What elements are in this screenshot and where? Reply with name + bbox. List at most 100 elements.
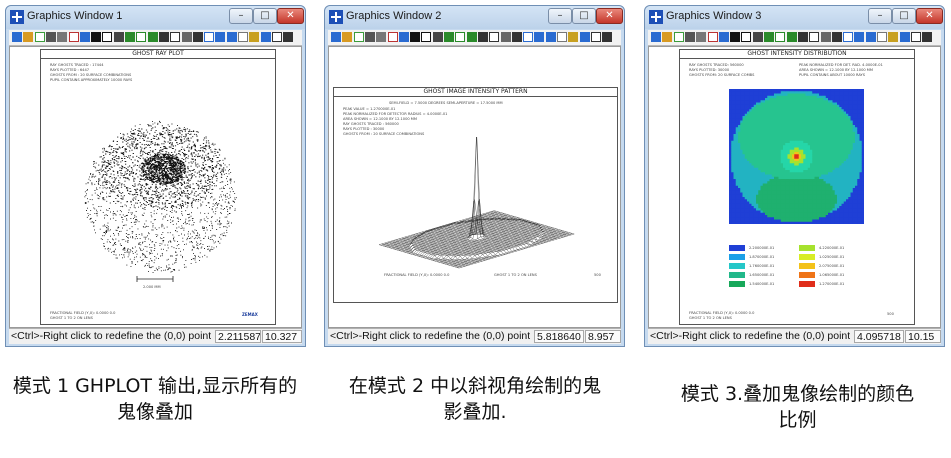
text-icon[interactable]: [797, 32, 808, 42]
export-icon[interactable]: [899, 32, 910, 42]
gray-icon[interactable]: [455, 32, 466, 42]
print-icon[interactable]: [684, 32, 695, 42]
menu-icon[interactable]: [511, 32, 522, 42]
black-box-icon[interactable]: [102, 32, 113, 42]
zoom-icon[interactable]: [34, 32, 45, 42]
gray-icon[interactable]: [136, 32, 147, 42]
zoom-icon[interactable]: [673, 32, 684, 42]
save-icon[interactable]: [331, 32, 341, 42]
update-icon[interactable]: [398, 32, 409, 42]
footer-value: 500: [887, 312, 894, 316]
print-icon[interactable]: [364, 32, 375, 42]
copy-icon[interactable]: [57, 32, 68, 42]
update-icon[interactable]: [79, 32, 90, 42]
plot-title: GHOST IMAGE INTENSITY PATTERN: [423, 88, 528, 95]
close-panel-icon[interactable]: [590, 32, 601, 42]
color2-icon[interactable]: [786, 32, 797, 42]
pointer-icon[interactable]: [877, 32, 887, 42]
open-icon[interactable]: [342, 32, 353, 42]
menu-icon[interactable]: [831, 32, 842, 42]
grid-icon[interactable]: [820, 32, 831, 42]
minimize-button[interactable]: –: [229, 8, 253, 24]
settings-icon[interactable]: [387, 32, 398, 42]
export-icon[interactable]: [579, 32, 590, 42]
info-line: GHOSTS FROM: 20 SURFACE COMBS: [689, 73, 755, 77]
zoom-out-icon[interactable]: [215, 32, 226, 42]
maximize-button[interactable]: □: [572, 8, 596, 24]
color-icon[interactable]: [764, 32, 774, 42]
forward-icon[interactable]: [283, 32, 294, 42]
close-button[interactable]: ✕: [916, 8, 943, 24]
black-box-icon[interactable]: [741, 32, 752, 42]
pointer-icon[interactable]: [238, 32, 248, 42]
zoom-icon[interactable]: [353, 32, 364, 42]
zoom-fit-icon[interactable]: [545, 32, 556, 42]
gray-icon[interactable]: [775, 32, 786, 42]
save-icon[interactable]: [651, 32, 661, 42]
close-button[interactable]: ✕: [277, 8, 304, 24]
zoom-in-icon[interactable]: [523, 32, 534, 42]
settings-icon[interactable]: [68, 32, 79, 42]
legend-swatch: [799, 245, 815, 251]
legend-swatch: [729, 263, 745, 269]
color2-icon[interactable]: [466, 32, 477, 42]
lines-icon[interactable]: [113, 32, 124, 42]
black-box-icon[interactable]: [421, 32, 432, 42]
help-icon[interactable]: [249, 32, 260, 42]
status-message: <Ctrl>-Right click to redefine the (0,0)…: [11, 330, 212, 342]
print-icon[interactable]: [45, 32, 56, 42]
close-panel-icon[interactable]: [910, 32, 921, 42]
forward-icon[interactable]: [602, 32, 613, 42]
zoom-in-icon[interactable]: [843, 32, 854, 42]
text-icon[interactable]: [158, 32, 169, 42]
settings-icon[interactable]: [707, 32, 718, 42]
color-icon[interactable]: [444, 32, 454, 42]
color-icon[interactable]: [125, 32, 135, 42]
plot-area[interactable]: GHOST INTENSITY DISTRIBUTION RAY GHOSTS …: [648, 46, 941, 328]
grid-icon[interactable]: [500, 32, 511, 42]
close-panel-icon[interactable]: [271, 32, 282, 42]
minimize-button[interactable]: –: [868, 8, 892, 24]
save-icon[interactable]: [12, 32, 22, 42]
lines-icon[interactable]: [432, 32, 443, 42]
minimize-button[interactable]: –: [548, 8, 572, 24]
title-bar[interactable]: Graphics Window 2 – □ ✕: [325, 6, 624, 29]
window-icon[interactable]: [730, 32, 741, 42]
copy-icon[interactable]: [696, 32, 707, 42]
zoom-out-icon[interactable]: [534, 32, 545, 42]
zoom-fit-icon[interactable]: [226, 32, 237, 42]
maximize-button[interactable]: □: [253, 8, 277, 24]
list-icon[interactable]: [809, 32, 820, 42]
zoom-fit-icon[interactable]: [865, 32, 876, 42]
status-message: <Ctrl>-Right click to redefine the (0,0)…: [650, 330, 851, 342]
color2-icon[interactable]: [147, 32, 158, 42]
legend-label: 1.650000E-01: [749, 273, 775, 277]
zoom-out-icon[interactable]: [854, 32, 865, 42]
title-bar[interactable]: Graphics Window 3 – □ ✕: [645, 6, 944, 29]
copy-icon[interactable]: [376, 32, 387, 42]
grid-icon[interactable]: [181, 32, 192, 42]
update-icon[interactable]: [718, 32, 729, 42]
window-icon[interactable]: [91, 32, 102, 42]
export-icon[interactable]: [260, 32, 271, 42]
help-icon[interactable]: [568, 32, 579, 42]
text-icon[interactable]: [477, 32, 488, 42]
help-icon[interactable]: [888, 32, 899, 42]
plot-area[interactable]: GHOST RAY PLOT RAY GHOSTS TRACED : 17444…: [9, 46, 302, 328]
toolbar: [9, 30, 302, 46]
window-icon[interactable]: [410, 32, 421, 42]
legend-label: 1.025000E-01: [819, 255, 845, 259]
open-icon[interactable]: [662, 32, 673, 42]
forward-icon[interactable]: [922, 32, 933, 42]
list-icon[interactable]: [489, 32, 500, 42]
maximize-button[interactable]: □: [892, 8, 916, 24]
menu-icon[interactable]: [192, 32, 203, 42]
pointer-icon[interactable]: [557, 32, 567, 42]
zoom-in-icon[interactable]: [204, 32, 215, 42]
open-icon[interactable]: [23, 32, 34, 42]
close-button[interactable]: ✕: [596, 8, 623, 24]
lines-icon[interactable]: [752, 32, 763, 42]
plot-area[interactable]: GHOST IMAGE INTENSITY PATTERN SEMI-FIELD…: [328, 46, 621, 328]
list-icon[interactable]: [170, 32, 181, 42]
title-bar[interactable]: Graphics Window 1 – □ ✕: [6, 6, 305, 29]
